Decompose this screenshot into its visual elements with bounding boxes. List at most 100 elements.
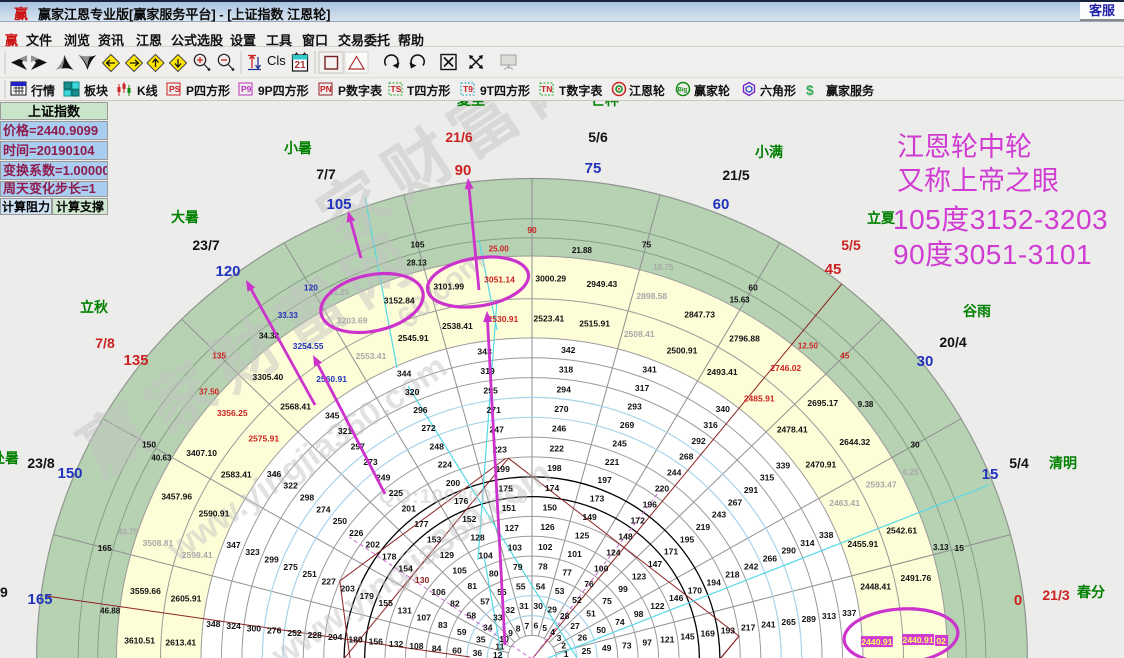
svg-text:105度3152-3203: 105度3152-3203 [893, 204, 1108, 235]
svg-text:217: 217 [741, 623, 756, 633]
svg-text:2644.32: 2644.32 [839, 437, 870, 447]
svg-text:4: 4 [550, 627, 555, 637]
svg-text:Cls: Cls [267, 53, 286, 68]
svg-text:2695.17: 2695.17 [807, 398, 838, 408]
svg-text:129: 129 [440, 550, 455, 560]
svg-text:226: 226 [349, 528, 364, 538]
svg-text:21/3: 21/3 [1042, 587, 1069, 603]
svg-text:320: 320 [405, 387, 420, 397]
svg-text:293: 293 [627, 401, 642, 411]
svg-text:135: 135 [212, 351, 226, 361]
svg-text:大暑: 大暑 [171, 209, 199, 225]
svg-text:2515.91: 2515.91 [579, 318, 610, 328]
svg-text:268: 268 [679, 452, 694, 462]
svg-text:241: 241 [761, 620, 776, 630]
svg-text:28.13: 28.13 [407, 259, 428, 268]
svg-text:122: 122 [650, 601, 665, 611]
svg-text:21.88: 21.88 [572, 246, 593, 255]
svg-text:324: 324 [226, 621, 241, 631]
svg-text:2598.41: 2598.41 [182, 550, 213, 560]
svg-text:294: 294 [557, 384, 572, 394]
svg-text:174: 174 [545, 483, 560, 493]
svg-text:123: 123 [632, 571, 647, 581]
svg-text:345: 345 [325, 411, 340, 421]
svg-text:120: 120 [215, 263, 240, 280]
svg-text:276: 276 [267, 626, 282, 636]
svg-text:2463.41: 2463.41 [829, 498, 860, 508]
svg-text:2500.91: 2500.91 [667, 346, 698, 356]
svg-text:219: 219 [696, 522, 711, 532]
svg-text:2: 2 [561, 641, 566, 651]
svg-text:245: 245 [612, 438, 627, 448]
svg-text:清明: 清明 [1049, 455, 1077, 471]
svg-text:338: 338 [819, 530, 834, 540]
svg-text:53: 53 [555, 586, 565, 596]
svg-text:49: 49 [602, 643, 612, 653]
svg-text:60: 60 [748, 283, 758, 293]
svg-text:103: 103 [508, 542, 523, 552]
svg-text:242: 242 [744, 562, 759, 572]
svg-text:2530.91: 2530.91 [488, 314, 519, 324]
svg-text:101: 101 [567, 549, 582, 559]
svg-text:2440.91: 2440.91 [903, 635, 934, 645]
svg-text:3610.51: 3610.51 [124, 636, 155, 646]
svg-text:2568.41: 2568.41 [280, 402, 311, 412]
svg-text:15: 15 [955, 543, 965, 553]
svg-text:104: 104 [478, 551, 493, 561]
svg-text:28: 28 [560, 611, 570, 621]
svg-text:60: 60 [452, 646, 462, 656]
svg-text:151: 151 [502, 503, 517, 513]
svg-text:195: 195 [680, 534, 695, 544]
svg-text:76: 76 [584, 579, 594, 589]
svg-text:2545.91: 2545.91 [398, 333, 429, 343]
svg-text:127: 127 [505, 523, 520, 533]
svg-text:78: 78 [538, 562, 548, 572]
svg-text:74: 74 [615, 617, 625, 627]
svg-text:35: 35 [476, 634, 486, 644]
svg-text:5: 5 [542, 623, 547, 633]
svg-text:222: 222 [550, 443, 565, 453]
svg-text:81: 81 [468, 581, 478, 591]
svg-text:265: 265 [781, 617, 796, 627]
svg-text:31: 31 [519, 601, 529, 611]
svg-text:8: 8 [516, 623, 521, 633]
svg-text:3203.69: 3203.69 [337, 315, 368, 325]
svg-text:228: 228 [308, 630, 323, 640]
svg-text:2523.41: 2523.41 [534, 313, 565, 323]
svg-text:204: 204 [328, 632, 343, 642]
svg-text:275: 275 [283, 562, 298, 572]
svg-text:2949.43: 2949.43 [587, 279, 618, 289]
svg-text:58: 58 [467, 611, 477, 621]
svg-text:341: 341 [642, 365, 657, 375]
svg-text:2493.41: 2493.41 [707, 367, 738, 377]
svg-text:PS: PS [169, 84, 181, 94]
svg-text:135: 135 [123, 352, 148, 369]
svg-text:105: 105 [326, 196, 351, 213]
svg-text:3.13: 3.13 [933, 543, 949, 552]
svg-text:春分: 春分 [1076, 584, 1105, 600]
svg-text:34: 34 [483, 622, 493, 632]
svg-text:2478.41: 2478.41 [777, 425, 808, 435]
svg-text:$: $ [806, 82, 814, 98]
svg-text:3559.66: 3559.66 [130, 586, 161, 596]
svg-text:75: 75 [602, 596, 612, 606]
svg-text:5/5: 5/5 [841, 237, 861, 253]
svg-text:90: 90 [455, 162, 472, 179]
svg-text:120: 120 [304, 283, 318, 293]
svg-text:274: 274 [316, 504, 331, 514]
svg-text:21/5: 21/5 [722, 167, 749, 183]
svg-text:270: 270 [554, 404, 569, 414]
svg-text:199: 199 [496, 464, 511, 474]
svg-text:106: 106 [431, 587, 446, 597]
svg-text:40.63: 40.63 [151, 454, 172, 463]
svg-text:37.50: 37.50 [199, 387, 220, 396]
svg-text:6.25: 6.25 [903, 468, 919, 477]
svg-text:23/8: 23/8 [27, 455, 54, 471]
svg-text:150: 150 [543, 503, 558, 513]
svg-text:小满: 小满 [755, 144, 783, 160]
svg-text:200: 200 [446, 478, 461, 488]
svg-text:148: 148 [618, 531, 633, 541]
svg-text:7/7: 7/7 [316, 166, 336, 182]
svg-text:165: 165 [27, 591, 52, 608]
svg-text:198: 198 [547, 463, 562, 473]
